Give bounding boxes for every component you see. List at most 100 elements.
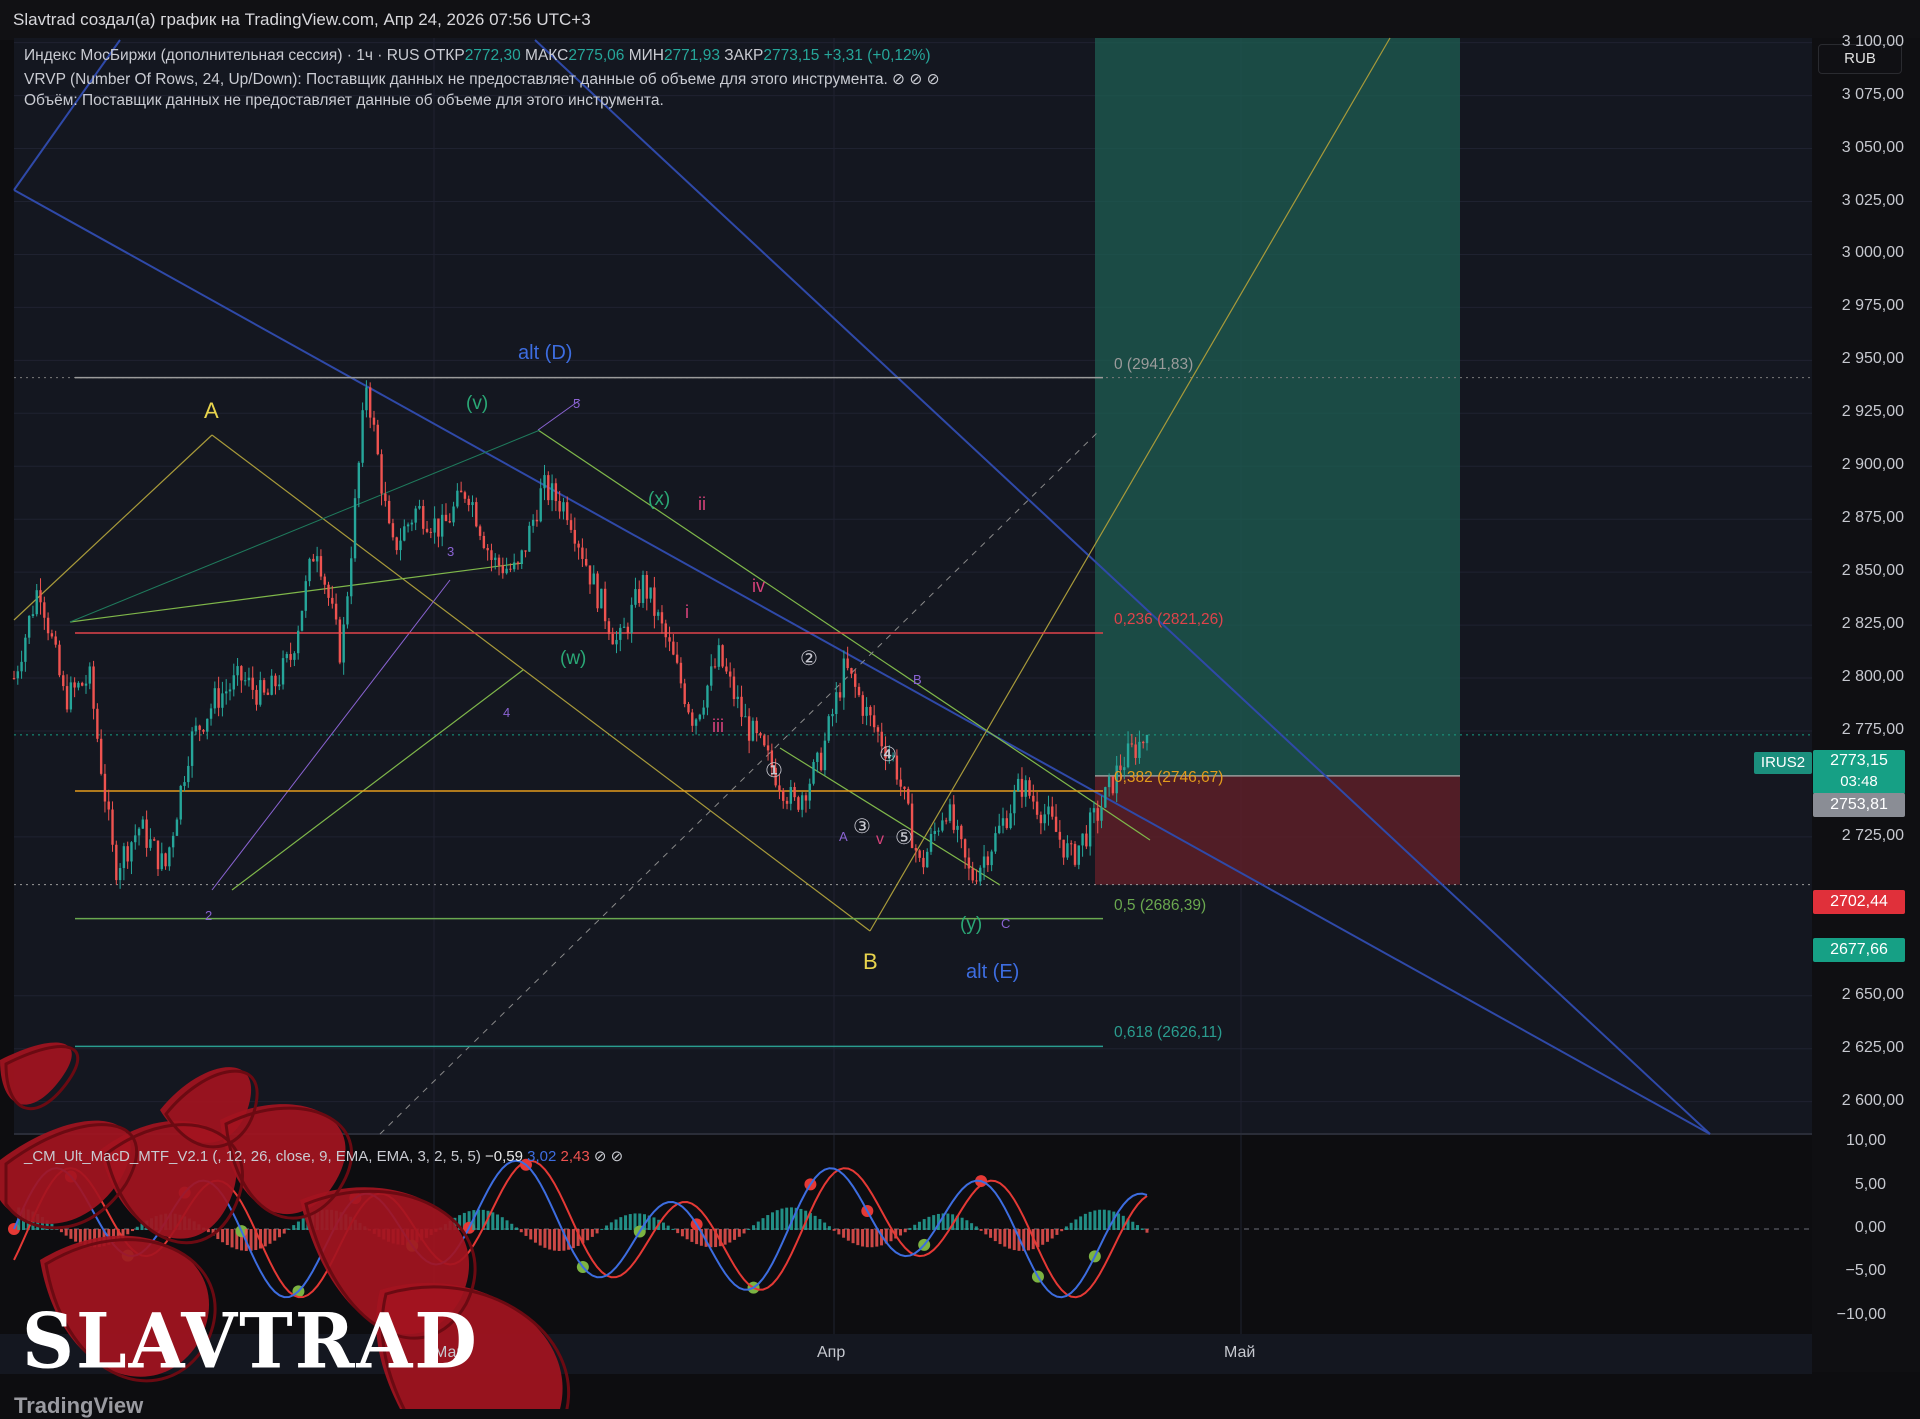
candle bbox=[179, 785, 182, 820]
candle bbox=[1107, 776, 1111, 788]
candle bbox=[456, 490, 459, 507]
candle bbox=[357, 462, 361, 499]
wave-label-c-small: C bbox=[1001, 916, 1011, 931]
candle bbox=[380, 454, 383, 494]
macd-histogram-bar bbox=[913, 1224, 917, 1230]
macd-histogram-bar bbox=[1012, 1229, 1016, 1251]
macd-histogram-bar bbox=[287, 1228, 291, 1230]
candle bbox=[118, 868, 122, 881]
candle bbox=[577, 543, 580, 548]
wave-label-4: 4 bbox=[503, 705, 511, 720]
macd-histogram-bar bbox=[619, 1217, 623, 1230]
candle bbox=[259, 680, 262, 705]
wave-label-a-small: A bbox=[839, 829, 848, 844]
candle bbox=[361, 410, 364, 463]
candle bbox=[247, 677, 251, 681]
macd-histogram-bar bbox=[273, 1229, 277, 1241]
close-label: ЗАКР bbox=[724, 47, 764, 64]
wave-label-iv: iv bbox=[752, 576, 765, 596]
chart-canvas[interactable] bbox=[0, 0, 1920, 1409]
candle bbox=[679, 662, 683, 684]
candle bbox=[391, 523, 395, 538]
candle bbox=[740, 696, 743, 717]
price-tick: 2 725,00 bbox=[1841, 826, 1904, 844]
price-tick: 3 100,00 bbox=[1841, 32, 1904, 50]
candle bbox=[956, 825, 959, 830]
fib-label: 0,236 (2821,26) bbox=[1114, 611, 1224, 629]
macd-histogram-bar bbox=[695, 1229, 699, 1245]
candle bbox=[50, 633, 54, 637]
price-tick: 2 625,00 bbox=[1841, 1038, 1904, 1056]
candle bbox=[903, 786, 906, 789]
candle bbox=[547, 475, 550, 501]
candle bbox=[372, 417, 376, 425]
candle bbox=[27, 616, 31, 638]
candle bbox=[65, 686, 69, 710]
macd-histogram-bar bbox=[221, 1229, 225, 1243]
macd-histogram-bar bbox=[301, 1218, 305, 1230]
candle bbox=[763, 735, 766, 746]
candle bbox=[691, 712, 694, 726]
macd-histogram-bar bbox=[984, 1229, 988, 1235]
candle bbox=[497, 557, 501, 566]
candle bbox=[1016, 778, 1020, 792]
candle bbox=[1013, 791, 1016, 814]
macd-histogram-bar bbox=[875, 1229, 879, 1247]
macd-tick: −5,00 bbox=[1845, 1262, 1886, 1280]
macd-histogram-bar bbox=[268, 1229, 272, 1244]
candle bbox=[584, 558, 588, 566]
candle bbox=[816, 752, 819, 763]
candle bbox=[982, 856, 986, 868]
macd-histogram-bar bbox=[59, 1229, 63, 1233]
candle bbox=[706, 685, 709, 708]
candle bbox=[694, 719, 698, 726]
candle bbox=[262, 680, 266, 693]
price-tick: 2 650,00 bbox=[1841, 985, 1904, 1003]
candle bbox=[641, 574, 645, 603]
price-tick: 3 025,00 bbox=[1841, 191, 1904, 209]
candle bbox=[600, 588, 603, 609]
candle bbox=[425, 528, 429, 532]
candle bbox=[471, 502, 474, 506]
macd-histogram-bar bbox=[510, 1223, 514, 1230]
macd-histogram-bar bbox=[723, 1229, 727, 1245]
candle bbox=[327, 584, 330, 598]
fib-label: 0,618 (2626,11) bbox=[1114, 1024, 1223, 1042]
candle bbox=[861, 695, 865, 716]
candle bbox=[922, 857, 925, 868]
candle bbox=[785, 800, 789, 804]
candle bbox=[153, 839, 156, 841]
candle bbox=[702, 707, 705, 715]
macd-histogram-bar bbox=[870, 1229, 874, 1248]
candle bbox=[312, 558, 315, 562]
macd-legend: _CM_Ult_MacD_MTF_V2.1 (, 12, 26, close, … bbox=[24, 1147, 623, 1165]
candle bbox=[1070, 843, 1073, 845]
candle bbox=[126, 846, 129, 862]
candle bbox=[255, 689, 258, 705]
macd-histogram-bar bbox=[1041, 1229, 1045, 1245]
candle bbox=[524, 550, 527, 552]
candle bbox=[331, 597, 334, 604]
candle bbox=[918, 850, 921, 858]
candle bbox=[289, 654, 292, 660]
macd-histogram-bar bbox=[1145, 1229, 1149, 1233]
candle bbox=[281, 658, 285, 685]
macd-histogram-bar bbox=[1136, 1225, 1140, 1230]
candle bbox=[907, 788, 910, 804]
candle bbox=[145, 819, 148, 848]
candle bbox=[1092, 808, 1096, 813]
candle bbox=[429, 531, 433, 533]
legend-volume: Объём: Поставщик данных не предоставляет… bbox=[24, 92, 664, 109]
macd-histogram-bar bbox=[780, 1208, 784, 1230]
candle bbox=[675, 654, 679, 663]
candle bbox=[270, 675, 273, 695]
candle bbox=[243, 680, 247, 682]
candle bbox=[1032, 795, 1035, 802]
candle bbox=[1073, 843, 1077, 865]
macd-histogram-bar bbox=[742, 1229, 746, 1234]
candle bbox=[1134, 744, 1137, 758]
candle bbox=[819, 752, 823, 771]
wave-label-ii: ii bbox=[698, 494, 706, 514]
wave-label-alt-d: alt (D) bbox=[518, 342, 573, 364]
macd-histogram-bar bbox=[709, 1229, 713, 1248]
